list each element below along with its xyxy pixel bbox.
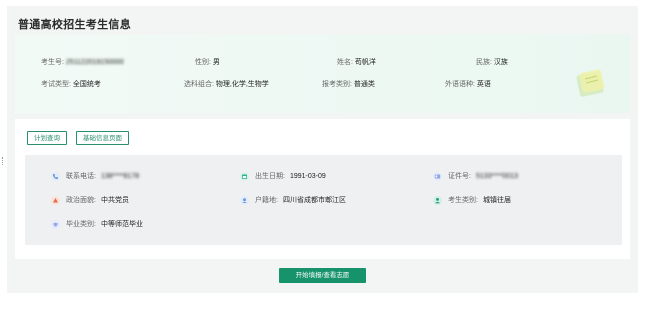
location-icon	[240, 195, 249, 205]
candidate-info-card: 考生号: 251122019150000 性别: 男 姓名: 苟帆洋 民族: 汉…	[15, 35, 630, 113]
name: 姓名: 苟帆洋	[337, 59, 376, 66]
exam-type: 考试类型: 全国统考	[41, 81, 101, 88]
birth-date: 出生日期: 1991-03-09	[240, 171, 326, 181]
personal-details-section: 联系电话: 138****8178 出生日期: 1991-03-09 证件号: …	[25, 155, 622, 245]
id-card-icon	[433, 171, 442, 181]
basic-info-page-button[interactable]: 基础信息页面	[76, 131, 129, 145]
notebook-decoration-icon	[576, 69, 605, 97]
page-title: 普通高校招生考生信息	[18, 19, 131, 31]
gender: 性别: 男	[195, 59, 220, 66]
foreign-language: 外语语种: 英语	[445, 81, 491, 88]
graduation-icon	[51, 219, 60, 229]
exam-info-panel: 普通高校招生考生信息 考生号: 251122019150000 性别: 男 姓名…	[7, 6, 638, 293]
phone-icon	[51, 171, 60, 181]
plan-query-button[interactable]: 计划查询	[27, 131, 67, 145]
party-icon	[51, 195, 60, 205]
resize-handle	[2, 157, 5, 165]
application-category: 报考类别: 普通类	[322, 81, 375, 88]
calendar-icon	[240, 171, 249, 181]
candidate-number-value: 251122019150000	[65, 59, 124, 66]
start-fill-button[interactable]: 开始填报/查看志愿	[279, 268, 366, 283]
candidate-category: 考生类别: 城镇往届	[433, 195, 511, 205]
subject-combination: 选科组合: 物理,化学,生物学	[184, 81, 269, 88]
ethnicity: 民族: 汉族	[476, 59, 508, 66]
household-registration: 户籍地: 四川省成都市郫江区	[240, 195, 346, 205]
id-number: 证件号: 5133****0013	[433, 171, 518, 181]
detail-card: 计划查询 基础信息页面 联系电话: 138****8178 出生日期: 1991…	[15, 119, 630, 259]
contact-phone: 联系电话: 138****8178	[51, 171, 139, 181]
political-status: 政治面貌: 中共党员	[51, 195, 129, 205]
graduation-category: 毕业类别: 中等师范毕业	[51, 219, 143, 229]
user-icon	[433, 195, 442, 205]
candidate-number: 考生号: 251122019150000	[41, 59, 124, 66]
